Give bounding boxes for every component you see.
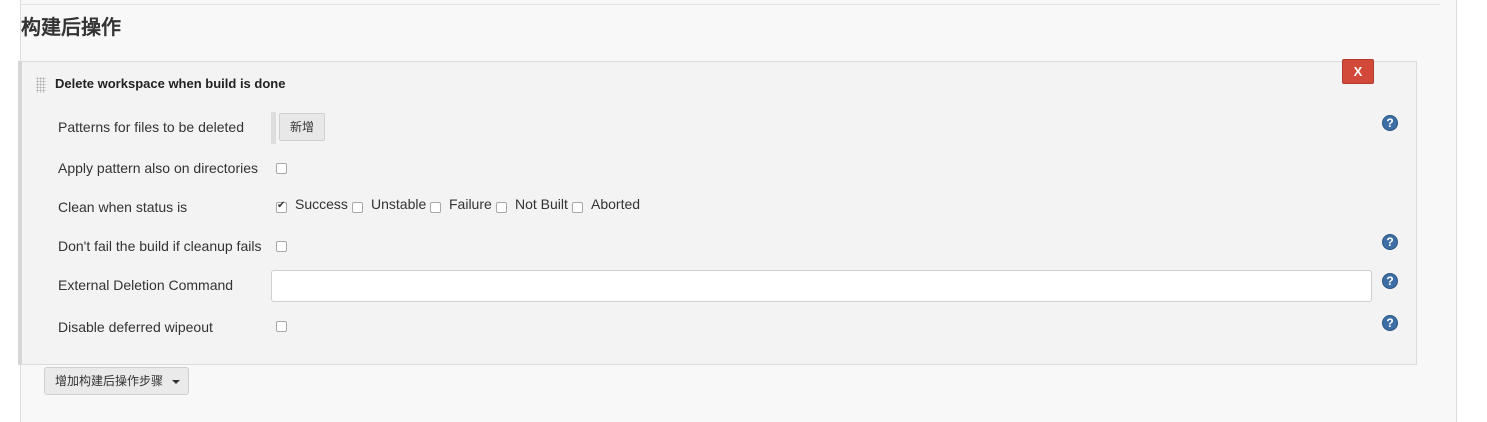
help-icon[interactable]: ? xyxy=(1382,234,1398,250)
dont-fail-checkbox[interactable] xyxy=(276,241,287,252)
status-unstable-label: Unstable xyxy=(371,196,427,212)
external-cmd-input[interactable] xyxy=(271,270,1372,302)
drag-handle-icon[interactable] xyxy=(36,77,46,93)
chevron-down-icon xyxy=(172,380,180,384)
dont-fail-label: Don't fail the build if cleanup fails xyxy=(58,238,262,254)
status-notbuilt-label: Not Built xyxy=(515,196,568,212)
help-icon[interactable]: ? xyxy=(1382,315,1398,331)
add-post-build-step-label: 增加构建后操作步骤 xyxy=(55,374,164,388)
disable-deferred-checkbox[interactable] xyxy=(276,321,287,332)
help-icon[interactable]: ? xyxy=(1382,273,1398,289)
apply-dirs-label: Apply pattern also on directories xyxy=(58,160,258,176)
help-icon[interactable]: ? xyxy=(1382,115,1398,131)
patterns-repeat-bar xyxy=(271,112,276,144)
status-failure-checkbox[interactable] xyxy=(430,202,441,213)
status-notbuilt-checkbox[interactable] xyxy=(496,202,507,213)
status-success-checkbox[interactable] xyxy=(276,200,287,213)
disable-deferred-label: Disable deferred wipeout xyxy=(58,319,213,335)
add-post-build-step-button[interactable]: 增加构建后操作步骤 xyxy=(44,367,189,395)
status-aborted-label: Aborted xyxy=(591,196,641,212)
delete-workspace-step: Delete workspace when build is done X Pa… xyxy=(18,59,1417,365)
status-unstable-checkbox[interactable] xyxy=(352,202,363,213)
patterns-label: Patterns for files to be deleted xyxy=(58,119,244,135)
external-cmd-label: External Deletion Command xyxy=(58,277,234,293)
delete-step-button[interactable]: X xyxy=(1342,59,1374,84)
clean-status-label: Clean when status is xyxy=(58,199,188,215)
status-failure-label: Failure xyxy=(449,196,492,212)
status-aborted-checkbox[interactable] xyxy=(572,202,583,213)
add-pattern-button[interactable]: 新增 xyxy=(279,113,325,141)
section-title: 构建后操作 xyxy=(21,15,121,39)
top-divider xyxy=(20,4,1440,5)
step-title: Delete workspace when build is done xyxy=(55,76,286,91)
apply-dirs-checkbox[interactable] xyxy=(276,163,287,174)
status-success-label: Success xyxy=(295,196,348,212)
